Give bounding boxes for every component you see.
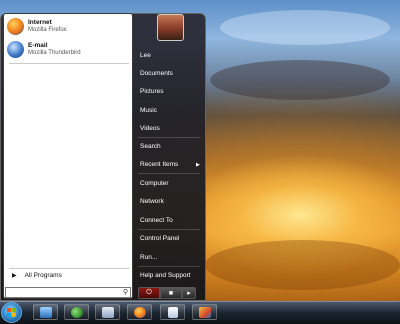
right-item-search[interactable]: Search [140, 143, 161, 151]
pinned-item-subtitle: Mozilla Thunderbird [28, 50, 81, 56]
shutdown-button[interactable]: ⏻ [138, 287, 160, 299]
start-search-input[interactable]: ⚲ [5, 287, 131, 298]
divider [9, 63, 129, 64]
cloud-shape [210, 60, 390, 100]
document-icon [167, 306, 178, 318]
taskbar-button-network-people[interactable] [64, 304, 89, 320]
right-item-help-and-support[interactable]: Help and Support [140, 272, 191, 280]
triangle-right-icon: ▶ [12, 273, 17, 279]
all-programs-label: All Programs [24, 272, 62, 279]
right-item-computer[interactable]: Computer [140, 180, 169, 188]
power-icon: ⏻ [146, 289, 152, 296]
windows-logo-icon [7, 308, 16, 317]
pinned-item-title: Internet [28, 19, 52, 26]
taskbar-button-firefox[interactable] [127, 304, 152, 320]
start-menu-left-pane: Internet Mozilla Firefox E-mail Mozilla … [3, 13, 133, 299]
right-item-control-panel[interactable]: Control Panel [140, 235, 179, 243]
right-item-videos[interactable]: Videos [140, 125, 160, 133]
taskbar-button-paint[interactable] [192, 304, 217, 320]
taskbar-button-explorer[interactable] [95, 304, 120, 320]
divider [138, 137, 200, 138]
lock-icon: ■ [168, 289, 174, 297]
all-programs-button[interactable]: ▶ All Programs [12, 272, 62, 279]
show-desktop-icon [39, 306, 52, 318]
right-item-user[interactable]: Lee [140, 52, 151, 60]
cloud-shape [220, 10, 390, 45]
explorer-icon [101, 306, 114, 318]
cloud-shape [205, 240, 400, 290]
thunderbird-icon [7, 41, 24, 58]
divider [138, 173, 200, 174]
right-item-connect-to[interactable]: Connect To [140, 217, 173, 225]
divider [138, 266, 200, 267]
power-options-button[interactable]: ▸ [182, 287, 196, 299]
pinned-item-subtitle: Mozilla Firefox [28, 27, 67, 33]
power-buttons: ⏻ ■ ▸ [138, 287, 202, 299]
triangle-right-icon: ▶ [196, 162, 200, 168]
right-item-recent-items[interactable]: Recent Items [140, 161, 178, 169]
taskbar-button-document[interactable] [160, 304, 185, 320]
pinned-item-email[interactable]: E-mail Mozilla Thunderbird [7, 41, 81, 58]
divider [138, 229, 200, 230]
right-item-pictures[interactable]: Pictures [140, 88, 163, 96]
lock-button[interactable]: ■ [160, 287, 182, 299]
right-item-run[interactable]: Run... [140, 254, 157, 262]
right-item-network[interactable]: Network [140, 198, 164, 206]
divider [9, 268, 129, 269]
taskbar-button-show-desktop[interactable] [33, 304, 58, 320]
right-item-documents[interactable]: Documents [140, 70, 173, 78]
arrow-right-icon: ▸ [187, 290, 191, 297]
start-menu-right-pane: Lee Documents Pictures Music Videos Sear… [135, 13, 205, 299]
search-icon: ⚲ [122, 289, 128, 296]
right-item-music[interactable]: Music [140, 107, 157, 115]
start-button[interactable] [1, 302, 22, 323]
paint-icon [198, 306, 211, 318]
firefox-icon [7, 18, 24, 35]
pinned-item-internet[interactable]: Internet Mozilla Firefox [7, 18, 67, 35]
firefox-icon [133, 306, 146, 318]
pinned-item-title: E-mail [28, 42, 48, 49]
network-people-icon [70, 306, 83, 318]
